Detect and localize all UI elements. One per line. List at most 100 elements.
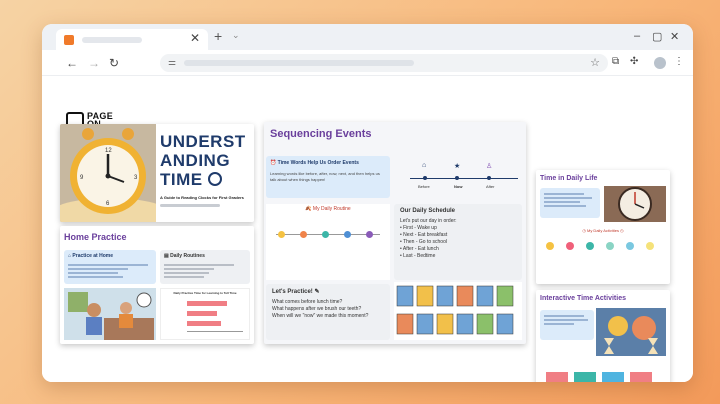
close-window-icon[interactable]: ✕ bbox=[670, 30, 679, 43]
schedule-item: • First - Wake up bbox=[400, 225, 437, 231]
daily-life-title: Time in Daily Life bbox=[540, 175, 598, 182]
profile-avatar[interactable] bbox=[654, 57, 666, 69]
chart-title: Daily Practice Time for Learning to Tell… bbox=[173, 291, 237, 295]
after-marker-icon: ♙ bbox=[486, 163, 493, 170]
tab-bar: ✕ + ⌄ – ▢ ✕ bbox=[42, 24, 693, 50]
forward-icon[interactable]: → bbox=[88, 56, 100, 70]
activity-picture-cards bbox=[394, 282, 522, 340]
wall-clock-image bbox=[604, 186, 666, 222]
chart-bar bbox=[574, 372, 596, 382]
sequencing-title: Sequencing Events bbox=[270, 128, 372, 140]
activity-dot bbox=[606, 242, 614, 250]
home-practice-slide[interactable]: Home Practice ⌂ Practice at Home ▤ Daily… bbox=[60, 226, 254, 344]
schedule-item: • After - Eat lunch bbox=[400, 246, 439, 252]
url-placeholder bbox=[184, 60, 414, 66]
chart-bar bbox=[546, 372, 568, 382]
daily-routine-diagram: 🍂 My Daily Routine bbox=[266, 204, 390, 280]
chevron-down-icon[interactable]: ⌄ bbox=[232, 30, 240, 41]
daily-activities-label: ◷ My Daily Activities ◷ bbox=[582, 228, 624, 233]
chart-bar-1 bbox=[187, 301, 227, 306]
time-words-body: Learning words like before, after, now, … bbox=[270, 171, 380, 182]
daily-routines-box: ▤ Daily Routines bbox=[160, 250, 250, 284]
site-settings-icon[interactable]: ⚌ bbox=[168, 57, 176, 68]
practice-time-chart: Daily Practice Time for Learning to Tell… bbox=[160, 288, 250, 340]
chart-bar-3 bbox=[187, 321, 221, 326]
clock-icon bbox=[207, 171, 222, 186]
timeline-label-now: Now bbox=[454, 184, 463, 189]
clock-icon: ◷ bbox=[620, 228, 624, 233]
cover-subtitle: A Guide to Reading Clocks for First Grad… bbox=[160, 195, 244, 200]
timeline-label-before: Before bbox=[418, 184, 430, 189]
clock-icon: ◷ bbox=[582, 228, 586, 233]
time-words-box: ⏰ Time Words Help Us Order Events Learni… bbox=[266, 156, 390, 198]
cover-slide[interactable]: 12 3 6 9 UNDERST ANDING TIME A Guide to Rea… bbox=[60, 124, 254, 222]
maximize-icon[interactable]: ▢ bbox=[652, 30, 662, 43]
hourglass-clocks-image bbox=[596, 308, 666, 356]
schedule-item: • Next - Eat breakfast bbox=[400, 232, 448, 238]
routine-step-5 bbox=[366, 231, 373, 238]
now-marker-icon: ★ bbox=[454, 163, 461, 170]
daily-life-info-box bbox=[540, 188, 600, 218]
routine-step-4 bbox=[344, 231, 351, 238]
timeline-label-after: After bbox=[486, 184, 495, 189]
clock-illustration: 12 3 6 9 bbox=[60, 124, 170, 222]
routine-step-3 bbox=[322, 231, 329, 238]
activity-dot bbox=[546, 242, 554, 250]
interactive-title: Interactive Time Activities bbox=[540, 295, 626, 302]
calendar-icon: ▤ bbox=[164, 253, 169, 259]
practice-at-home-box: ⌂ Practice at Home bbox=[64, 250, 156, 284]
tab-title-placeholder bbox=[82, 36, 142, 43]
routine-step-2 bbox=[300, 231, 307, 238]
menu-icon[interactable]: ⋮ bbox=[674, 56, 684, 67]
activity-engagement-chart bbox=[540, 360, 666, 382]
activity-dot bbox=[626, 242, 634, 250]
lets-practice-box: Let's Practice! ✎ What comes before lunc… bbox=[266, 284, 390, 340]
chart-bar bbox=[602, 372, 624, 382]
schedule-intro: Let's put our day in order: bbox=[400, 218, 457, 224]
pencil-icon: ✎ bbox=[314, 289, 320, 295]
reload-icon[interactable]: ↻ bbox=[109, 56, 119, 70]
interactive-info-box bbox=[540, 310, 594, 340]
chart-axis bbox=[187, 331, 243, 332]
schedule-title: Our Daily Schedule bbox=[400, 208, 456, 214]
schedule-item: • Last - Bedtime bbox=[400, 253, 436, 259]
tab-search-icon[interactable]: ⧉ bbox=[612, 56, 619, 67]
alarm-clock-icon: ⏰ bbox=[270, 160, 277, 166]
back-icon[interactable]: ← bbox=[66, 56, 78, 70]
new-tab-icon[interactable]: + bbox=[214, 28, 222, 44]
activity-dot bbox=[646, 242, 654, 250]
favicon-icon bbox=[64, 34, 74, 45]
interactive-activities-slide[interactable]: Interactive Time Activities bbox=[536, 290, 670, 382]
schedule-list: • First - Wake up • Next - Eat breakfast… bbox=[400, 225, 516, 260]
activity-dot bbox=[586, 242, 594, 250]
cover-meta-placeholder bbox=[160, 204, 220, 207]
practice-question: What comes before lunch time? bbox=[272, 299, 343, 305]
browser-window: ✕ + ⌄ – ▢ ✕ ← → ↻ ⚌ ☆ ⧉ ✣ ⋮ PAGEON bbox=[42, 24, 693, 382]
cover-title: UNDERST ANDING TIME bbox=[160, 132, 246, 189]
chart-bar bbox=[630, 372, 652, 382]
routine-lines bbox=[160, 264, 250, 278]
address-bar[interactable]: ⚌ ☆ bbox=[160, 54, 608, 72]
svg-text:12: 12 bbox=[105, 148, 112, 154]
minimize-icon[interactable]: – bbox=[634, 30, 640, 42]
page-content: PAGEON 12369 bbox=[42, 76, 693, 382]
practice-question: When will we "now" we made this moment? bbox=[272, 313, 369, 319]
practice-lines bbox=[64, 264, 156, 278]
chart-bar-2 bbox=[187, 311, 217, 316]
extensions-icon[interactable]: ✣ bbox=[630, 56, 638, 67]
close-tab-icon[interactable]: ✕ bbox=[190, 31, 200, 45]
bookmark-star-icon[interactable]: ☆ bbox=[590, 56, 600, 69]
browser-toolbar: ← → ↻ ⚌ ☆ ⧉ ✣ ⋮ bbox=[42, 50, 693, 76]
routine-step-1 bbox=[278, 231, 285, 238]
leaf-icon: 🍂 bbox=[305, 206, 312, 212]
home-practice-title: Home Practice bbox=[64, 232, 127, 242]
sequencing-events-slide[interactable]: Sequencing Events ⏰ Time Words Help Us O… bbox=[264, 122, 526, 344]
family-learning-image bbox=[64, 288, 156, 340]
daily-schedule-box: Our Daily Schedule Let's put our day in … bbox=[394, 204, 522, 280]
before-now-after-timeline: ⌂ ★ ♙ Before Now After bbox=[404, 158, 522, 198]
active-tab[interactable]: ✕ bbox=[56, 29, 208, 50]
schedule-item: • Then - Go to school bbox=[400, 239, 447, 245]
before-marker-icon: ⌂ bbox=[422, 162, 427, 169]
activity-dot bbox=[566, 242, 574, 250]
time-daily-life-slide[interactable]: Time in Daily Life ◷ My Daily Activities… bbox=[536, 170, 670, 284]
